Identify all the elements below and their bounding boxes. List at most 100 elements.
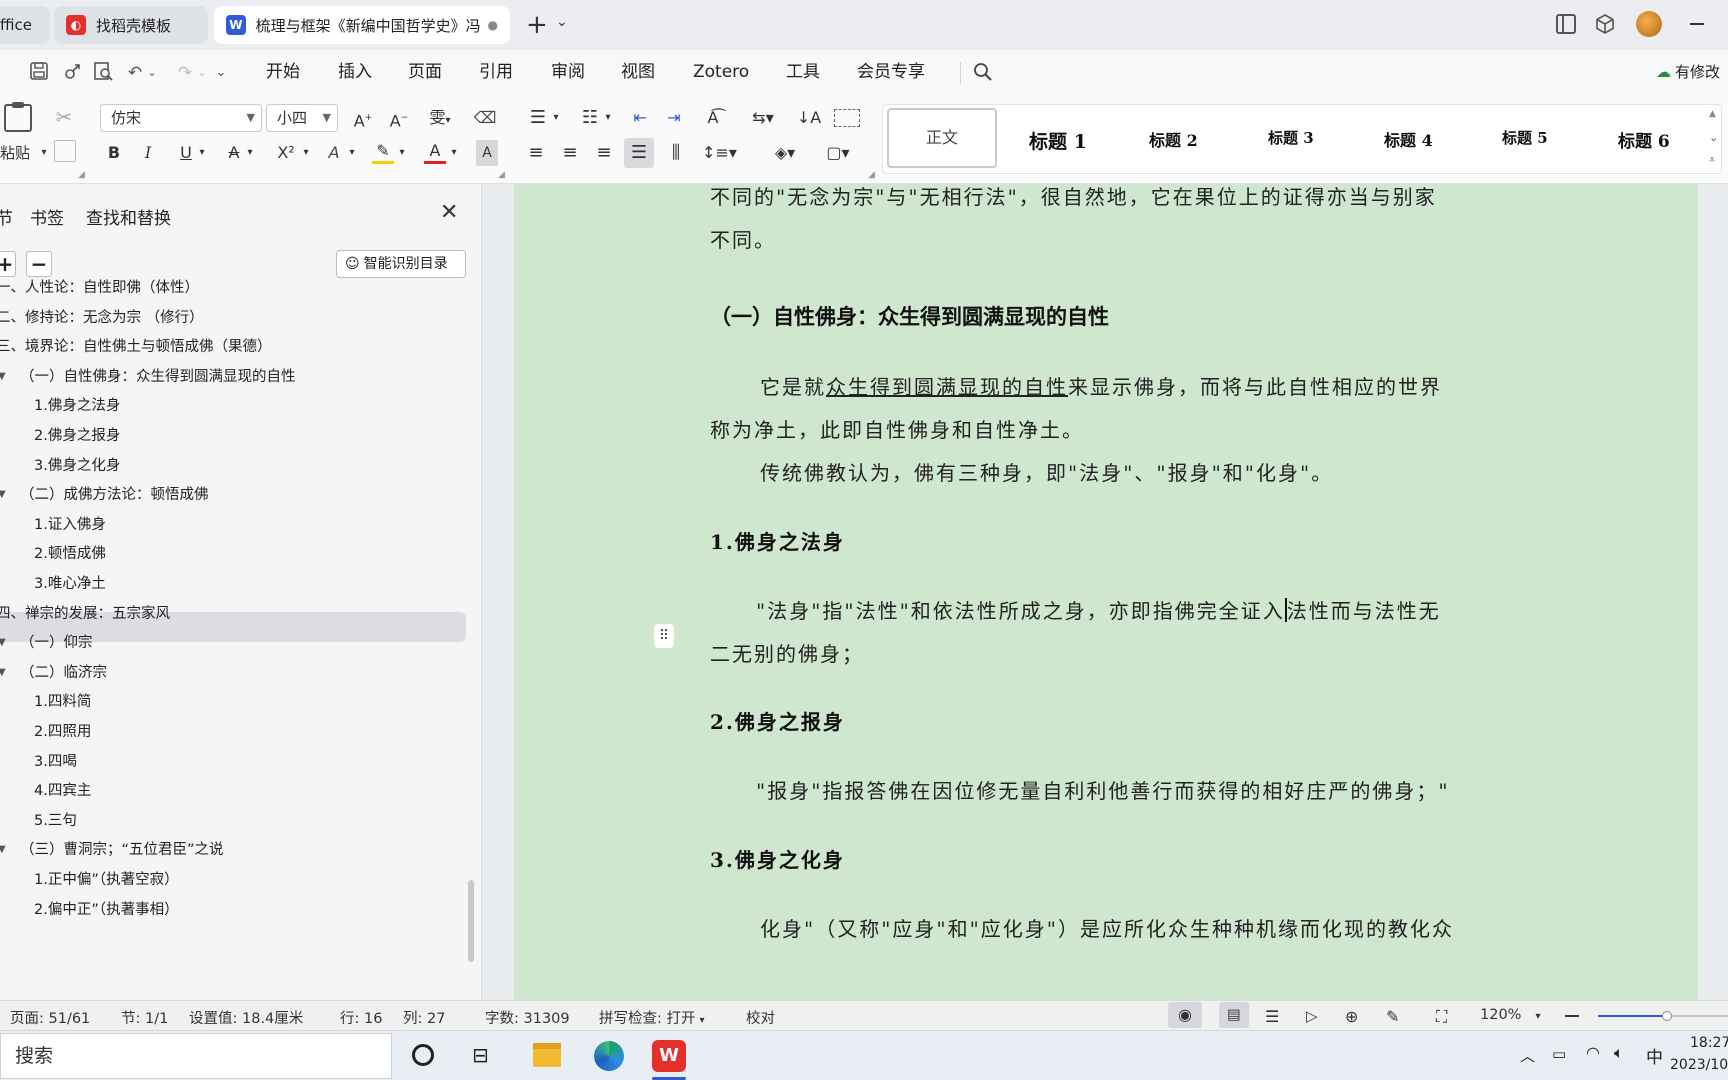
toc-item[interactable]: 1.正中偏”（执著空寂） <box>34 865 179 895</box>
task-view-icon[interactable]: ⊟ <box>472 1043 489 1067</box>
outline-view-icon[interactable]: ☰ <box>1265 1007 1279 1026</box>
convert-icon[interactable]: ⇆▾ <box>748 105 778 131</box>
clock-date[interactable]: 2023/10 <box>1670 1057 1728 1073</box>
drag-handle-icon[interactable]: ⠿ <box>654 624 674 648</box>
tab-docer-templates[interactable]: ◐ 找稻壳模板 <box>54 6 208 44</box>
style-normal[interactable]: 正文 <box>887 108 997 168</box>
font-launcher-icon[interactable]: ◢ <box>498 170 505 180</box>
chevron-down-icon[interactable]: ▼ <box>0 658 6 688</box>
styles-expand-icon[interactable]: ⩡ <box>1709 153 1715 167</box>
eye-protection-icon[interactable]: ◉ <box>1168 1002 1202 1028</box>
zoom-out-icon[interactable] <box>1565 1015 1579 1017</box>
cube-icon[interactable] <box>1594 13 1616 35</box>
style-heading-4[interactable]: 标题 4 <box>1384 127 1433 151</box>
menu-references[interactable]: 引用 <box>479 58 513 86</box>
style-heading-1[interactable]: 标题 1 <box>1029 127 1087 154</box>
font-size-select[interactable]: 小四 ▼ <box>266 104 338 132</box>
chevron-down-icon[interactable]: ▼ <box>0 835 6 865</box>
menu-page[interactable]: 页面 <box>408 58 442 86</box>
paste-button[interactable]: 粘贴 <box>0 140 40 166</box>
font-color-button[interactable]: A <box>424 140 446 164</box>
edge-browser-icon[interactable] <box>594 1041 624 1071</box>
wps-office-icon[interactable]: W <box>652 1040 686 1072</box>
bullets-dropdown-icon[interactable]: ▾ <box>550 105 562 131</box>
shrink-font-icon[interactable]: A− <box>386 105 412 131</box>
style-heading-6[interactable]: 标题 6 <box>1618 127 1670 152</box>
italic-button[interactable]: I <box>138 140 158 166</box>
phonetic-guide-icon[interactable]: 雯▾ <box>420 105 460 131</box>
spell-check-toggle[interactable]: 拼写检查: 打开 ▾ <box>599 1007 705 1028</box>
text-effect-dropdown-icon[interactable]: ▾ <box>346 140 358 166</box>
toc-item[interactable]: 三、境界论：自性佛土与顿悟成佛（果德） <box>0 332 272 362</box>
chevron-down-icon[interactable]: ▼ <box>0 480 6 510</box>
save-icon[interactable] <box>28 60 50 82</box>
toc-item[interactable]: 一、人性论：自性即佛（体性） <box>0 273 199 303</box>
undo-dropdown-icon[interactable]: ⌄ <box>146 62 158 84</box>
menu-membership[interactable]: 会员专享 <box>857 58 925 86</box>
redo-dropdown-icon[interactable]: ⌄ <box>196 62 208 84</box>
borders-icon[interactable]: ▢▾ <box>820 140 856 166</box>
menu-tools[interactable]: 工具 <box>786 58 820 86</box>
menu-home[interactable]: 开始 <box>266 58 300 86</box>
toc-item[interactable]: 2.偏中正”（执著事相） <box>34 895 179 925</box>
toc-item[interactable]: 2.顿悟成佛 <box>34 539 106 569</box>
underline-dropdown-icon[interactable]: ▾ <box>196 140 208 166</box>
toc-item[interactable]: 3.唯心净土 <box>34 569 106 599</box>
strikethrough-button[interactable]: A <box>224 140 244 166</box>
search-icon[interactable] <box>972 61 994 83</box>
text-direction-icon[interactable]: A͡ <box>698 105 728 131</box>
volume-icon[interactable]: 🔈︎ <box>1614 1043 1624 1063</box>
toc-item[interactable]: ▼ （二）成佛方法论：顿悟成佛 <box>0 480 209 510</box>
new-tab-button[interactable]: + <box>526 10 548 40</box>
toc-item[interactable]: ▼ （一）自性佛身：众生得到圆满显现的自性 <box>0 362 296 392</box>
clipboard-launcher-icon[interactable]: ◢ <box>78 170 85 180</box>
clock-time[interactable]: 18:27 <box>1690 1035 1728 1051</box>
chevron-down-icon[interactable]: ▼ <box>0 362 6 392</box>
battery-icon[interactable]: ▭ <box>1552 1045 1566 1063</box>
print-preview-icon[interactable] <box>92 60 114 82</box>
toc-item[interactable]: 1.证入佛身 <box>34 510 106 540</box>
web-view-icon[interactable]: ⊕ <box>1345 1007 1358 1026</box>
tab-bookmarks[interactable]: 书签 <box>30 204 64 229</box>
pen-icon[interactable]: ✎ <box>1386 1007 1399 1026</box>
file-explorer-icon[interactable] <box>533 1043 561 1067</box>
menu-insert[interactable]: 插入 <box>338 58 372 86</box>
layout-icon[interactable] <box>1556 14 1576 34</box>
tab-office[interactable]: ffice <box>0 6 50 44</box>
chevron-down-icon[interactable]: ▼ <box>0 628 6 658</box>
show-marks-icon[interactable] <box>834 109 860 127</box>
numbering-icon[interactable]: ☷ <box>578 105 602 131</box>
align-right-icon[interactable]: ≡ <box>592 140 616 166</box>
styles-scroll-down-icon[interactable]: ⌄ <box>1709 131 1718 144</box>
distribute-icon[interactable]: ⫼ <box>664 140 688 166</box>
toc-item[interactable]: ▼ （二）临济宗 <box>0 658 107 688</box>
toc-item[interactable]: ▼ （一）仰宗 <box>0 628 93 658</box>
toc-item[interactable]: 5.三句 <box>34 806 77 836</box>
paste-icon[interactable] <box>4 102 32 132</box>
word-count[interactable]: 字数: 31309 <box>485 1007 570 1028</box>
bold-button[interactable]: B <box>104 140 124 166</box>
tab-find-replace[interactable]: 查找和替换 <box>86 204 171 229</box>
page-indicator[interactable]: 页面: 51/61 <box>10 1007 90 1028</box>
play-icon[interactable]: ▷ <box>1306 1007 1318 1025</box>
increase-indent-icon[interactable]: ⇥ <box>662 105 686 131</box>
line-spacing-icon[interactable]: ↕≡▾ <box>702 140 737 166</box>
underline-button[interactable]: U <box>176 140 196 166</box>
align-center-icon[interactable]: ≡ <box>558 140 582 166</box>
cortana-icon[interactable] <box>412 1044 434 1066</box>
highlight-icon[interactable]: ✎ <box>372 140 394 164</box>
highlight-dropdown-icon[interactable]: ▾ <box>396 140 408 166</box>
menu-zotero[interactable]: Zotero <box>693 58 749 86</box>
tab-document-active[interactable]: W 梳理与框架《新编中国哲学史》冯. ● <box>214 6 510 44</box>
proofread-button[interactable]: 校对 <box>746 1007 775 1028</box>
toc-item[interactable]: 四、禅宗的发展：五宗家风 <box>0 599 170 629</box>
tray-expand-icon[interactable]: ︿ <box>1520 1045 1535 1066</box>
menu-view[interactable]: 视图 <box>621 58 655 86</box>
zoom-slider[interactable] <box>1598 1011 1728 1021</box>
grow-font-icon[interactable]: A+ <box>350 105 376 131</box>
fit-page-icon[interactable]: ⛶ <box>1436 1007 1447 1027</box>
wifi-icon[interactable]: ◠ <box>1586 1043 1600 1062</box>
bullets-icon[interactable]: ☰ <box>526 105 550 131</box>
page-view-icon[interactable]: ▤ <box>1219 1002 1249 1028</box>
tab-list-chevron-icon[interactable]: ⌄ <box>556 14 568 30</box>
